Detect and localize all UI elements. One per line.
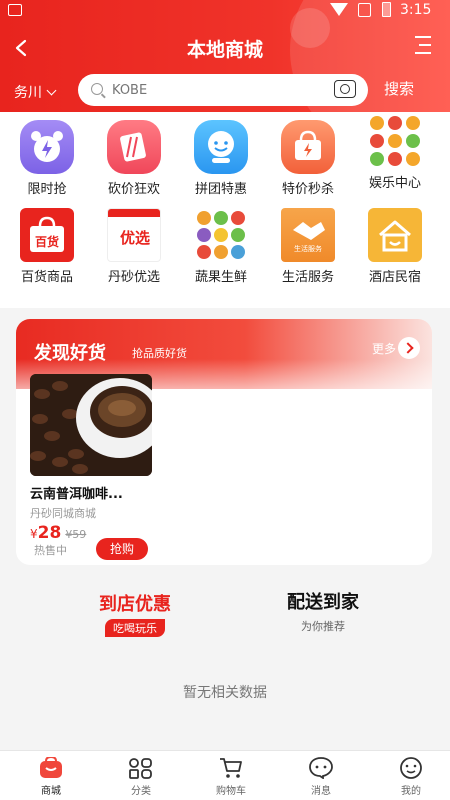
camera-icon[interactable]	[334, 80, 356, 98]
currency-symbol: ¥	[30, 527, 38, 541]
message-icon	[309, 757, 333, 780]
tab-title: 到店优惠	[99, 594, 171, 615]
badge-text: 生活服务	[294, 245, 322, 253]
nav-item-cart[interactable]: 购物车	[186, 751, 276, 797]
group-buy-icon	[194, 120, 248, 174]
bargain-icon	[107, 120, 161, 174]
life-service-icon: 生活服务	[281, 208, 335, 262]
discover-card: 发现好货 抢品质好货 更多 云南普洱咖啡... 丹砂同城商城 ¥28 ¥59 热售…	[16, 319, 432, 565]
wifi-icon	[330, 3, 348, 16]
nav-label: 商城	[41, 786, 61, 797]
category-label: 丹砂优选	[107, 270, 160, 285]
category-item[interactable]: 生活服务 生活服务	[265, 208, 351, 285]
department-store-icon: 百货	[20, 208, 74, 262]
discover-title: 发现好货	[34, 343, 106, 364]
category-label: 生活服务	[281, 270, 334, 285]
category-grid: 限时抢 砍价狂欢 拼团特惠 特价秒杀 娱乐中心 百货 百货商品 优选 丹砂优选 …	[0, 112, 450, 308]
category-item[interactable]: 娱乐中心	[352, 114, 438, 191]
category-label: 限时抢	[27, 182, 67, 197]
chevron-right-icon[interactable]	[398, 337, 420, 359]
category-item[interactable]: 砍价狂欢	[91, 120, 177, 197]
menu-icon[interactable]	[412, 34, 434, 56]
tab-in-store-deals[interactable]: 到店优惠 吃喝玩乐	[80, 590, 190, 637]
category-item[interactable]: 百货 百货商品	[4, 208, 90, 285]
category-icon	[129, 757, 153, 779]
page-title: 本地商城	[186, 39, 263, 61]
category-label: 蔬果生鲜	[194, 270, 247, 285]
status-badge: 热售中	[34, 544, 67, 557]
category-item[interactable]: 优选 丹砂优选	[91, 208, 177, 285]
nav-item-mall[interactable]: 商城	[6, 751, 96, 797]
search-button[interactable]: 搜索	[384, 78, 414, 99]
mall-icon	[39, 755, 63, 779]
nav-item-message[interactable]: 消息	[276, 751, 366, 797]
more-link[interactable]: 更多	[372, 340, 396, 357]
gallery-notification-icon	[8, 4, 22, 16]
search-icon	[91, 83, 103, 95]
tab-subtitle: 为你推荐	[301, 620, 345, 633]
product-name: 云南普洱咖啡...	[30, 487, 123, 502]
preferred-icon: 优选	[107, 208, 161, 262]
nav-label: 购物车	[216, 786, 246, 797]
buy-button[interactable]: 抢购	[96, 538, 148, 560]
tab-title: 配送到家	[287, 592, 359, 613]
category-label: 拼团特惠	[194, 182, 247, 197]
product-image	[30, 374, 152, 476]
category-item[interactable]: 拼团特惠	[178, 120, 264, 197]
location-selector[interactable]: 务川	[14, 82, 57, 102]
nav-item-category[interactable]: 分类	[96, 751, 186, 797]
header: 3:15 本地商城 务川 搜索	[0, 0, 450, 112]
category-item[interactable]: 特价秒杀	[265, 120, 351, 197]
badge-text: 百货	[34, 235, 59, 249]
fruit-vegetable-icon	[194, 208, 248, 262]
category-label: 酒店民宿	[368, 270, 421, 285]
hotel-icon	[368, 208, 422, 262]
discover-subtitle: 抢品质好货	[132, 347, 187, 360]
empty-state-text: 暂无相关数据	[183, 685, 267, 701]
category-item[interactable]: 限时抢	[4, 120, 90, 197]
flash-sale-icon	[281, 120, 335, 174]
nav-label: 消息	[311, 786, 331, 797]
tab-tag: 吃喝玩乐	[105, 619, 165, 637]
cart-icon	[219, 757, 243, 779]
entertainment-icon	[368, 114, 422, 168]
battery-icon	[382, 2, 391, 17]
product-price: 28	[37, 523, 62, 543]
no-sim-icon	[358, 3, 371, 17]
nav-item-profile[interactable]: 我的	[366, 751, 450, 797]
chevron-down-icon	[46, 85, 57, 96]
tab-home-delivery[interactable]: 配送到家 为你推荐	[268, 588, 378, 634]
product-old-price: ¥59	[65, 528, 87, 541]
search-box[interactable]	[78, 74, 368, 106]
status-bar: 3:15	[0, 0, 450, 22]
category-label: 砍价狂欢	[107, 182, 160, 197]
badge-text: 优选	[119, 229, 150, 247]
alarm-clock-icon	[20, 120, 74, 174]
product-card[interactable]: 云南普洱咖啡... 丹砂同城商城 ¥28 ¥59 热售中 抢购	[30, 374, 160, 560]
profile-icon	[399, 757, 423, 779]
category-label: 特价秒杀	[281, 182, 334, 197]
product-store: 丹砂同城商城	[30, 507, 96, 520]
nav-label: 我的	[401, 786, 421, 797]
category-item[interactable]: 蔬果生鲜	[178, 208, 264, 285]
category-item[interactable]: 酒店民宿	[352, 208, 438, 285]
location-label: 务川	[14, 85, 42, 101]
category-label: 娱乐中心	[368, 176, 421, 191]
search-input[interactable]	[112, 80, 312, 100]
bottom-nav: 商城 分类 购物车 消息 我的	[0, 750, 450, 800]
status-time: 3:15	[400, 2, 432, 18]
category-label: 百货商品	[20, 270, 73, 285]
nav-label: 分类	[131, 786, 151, 797]
